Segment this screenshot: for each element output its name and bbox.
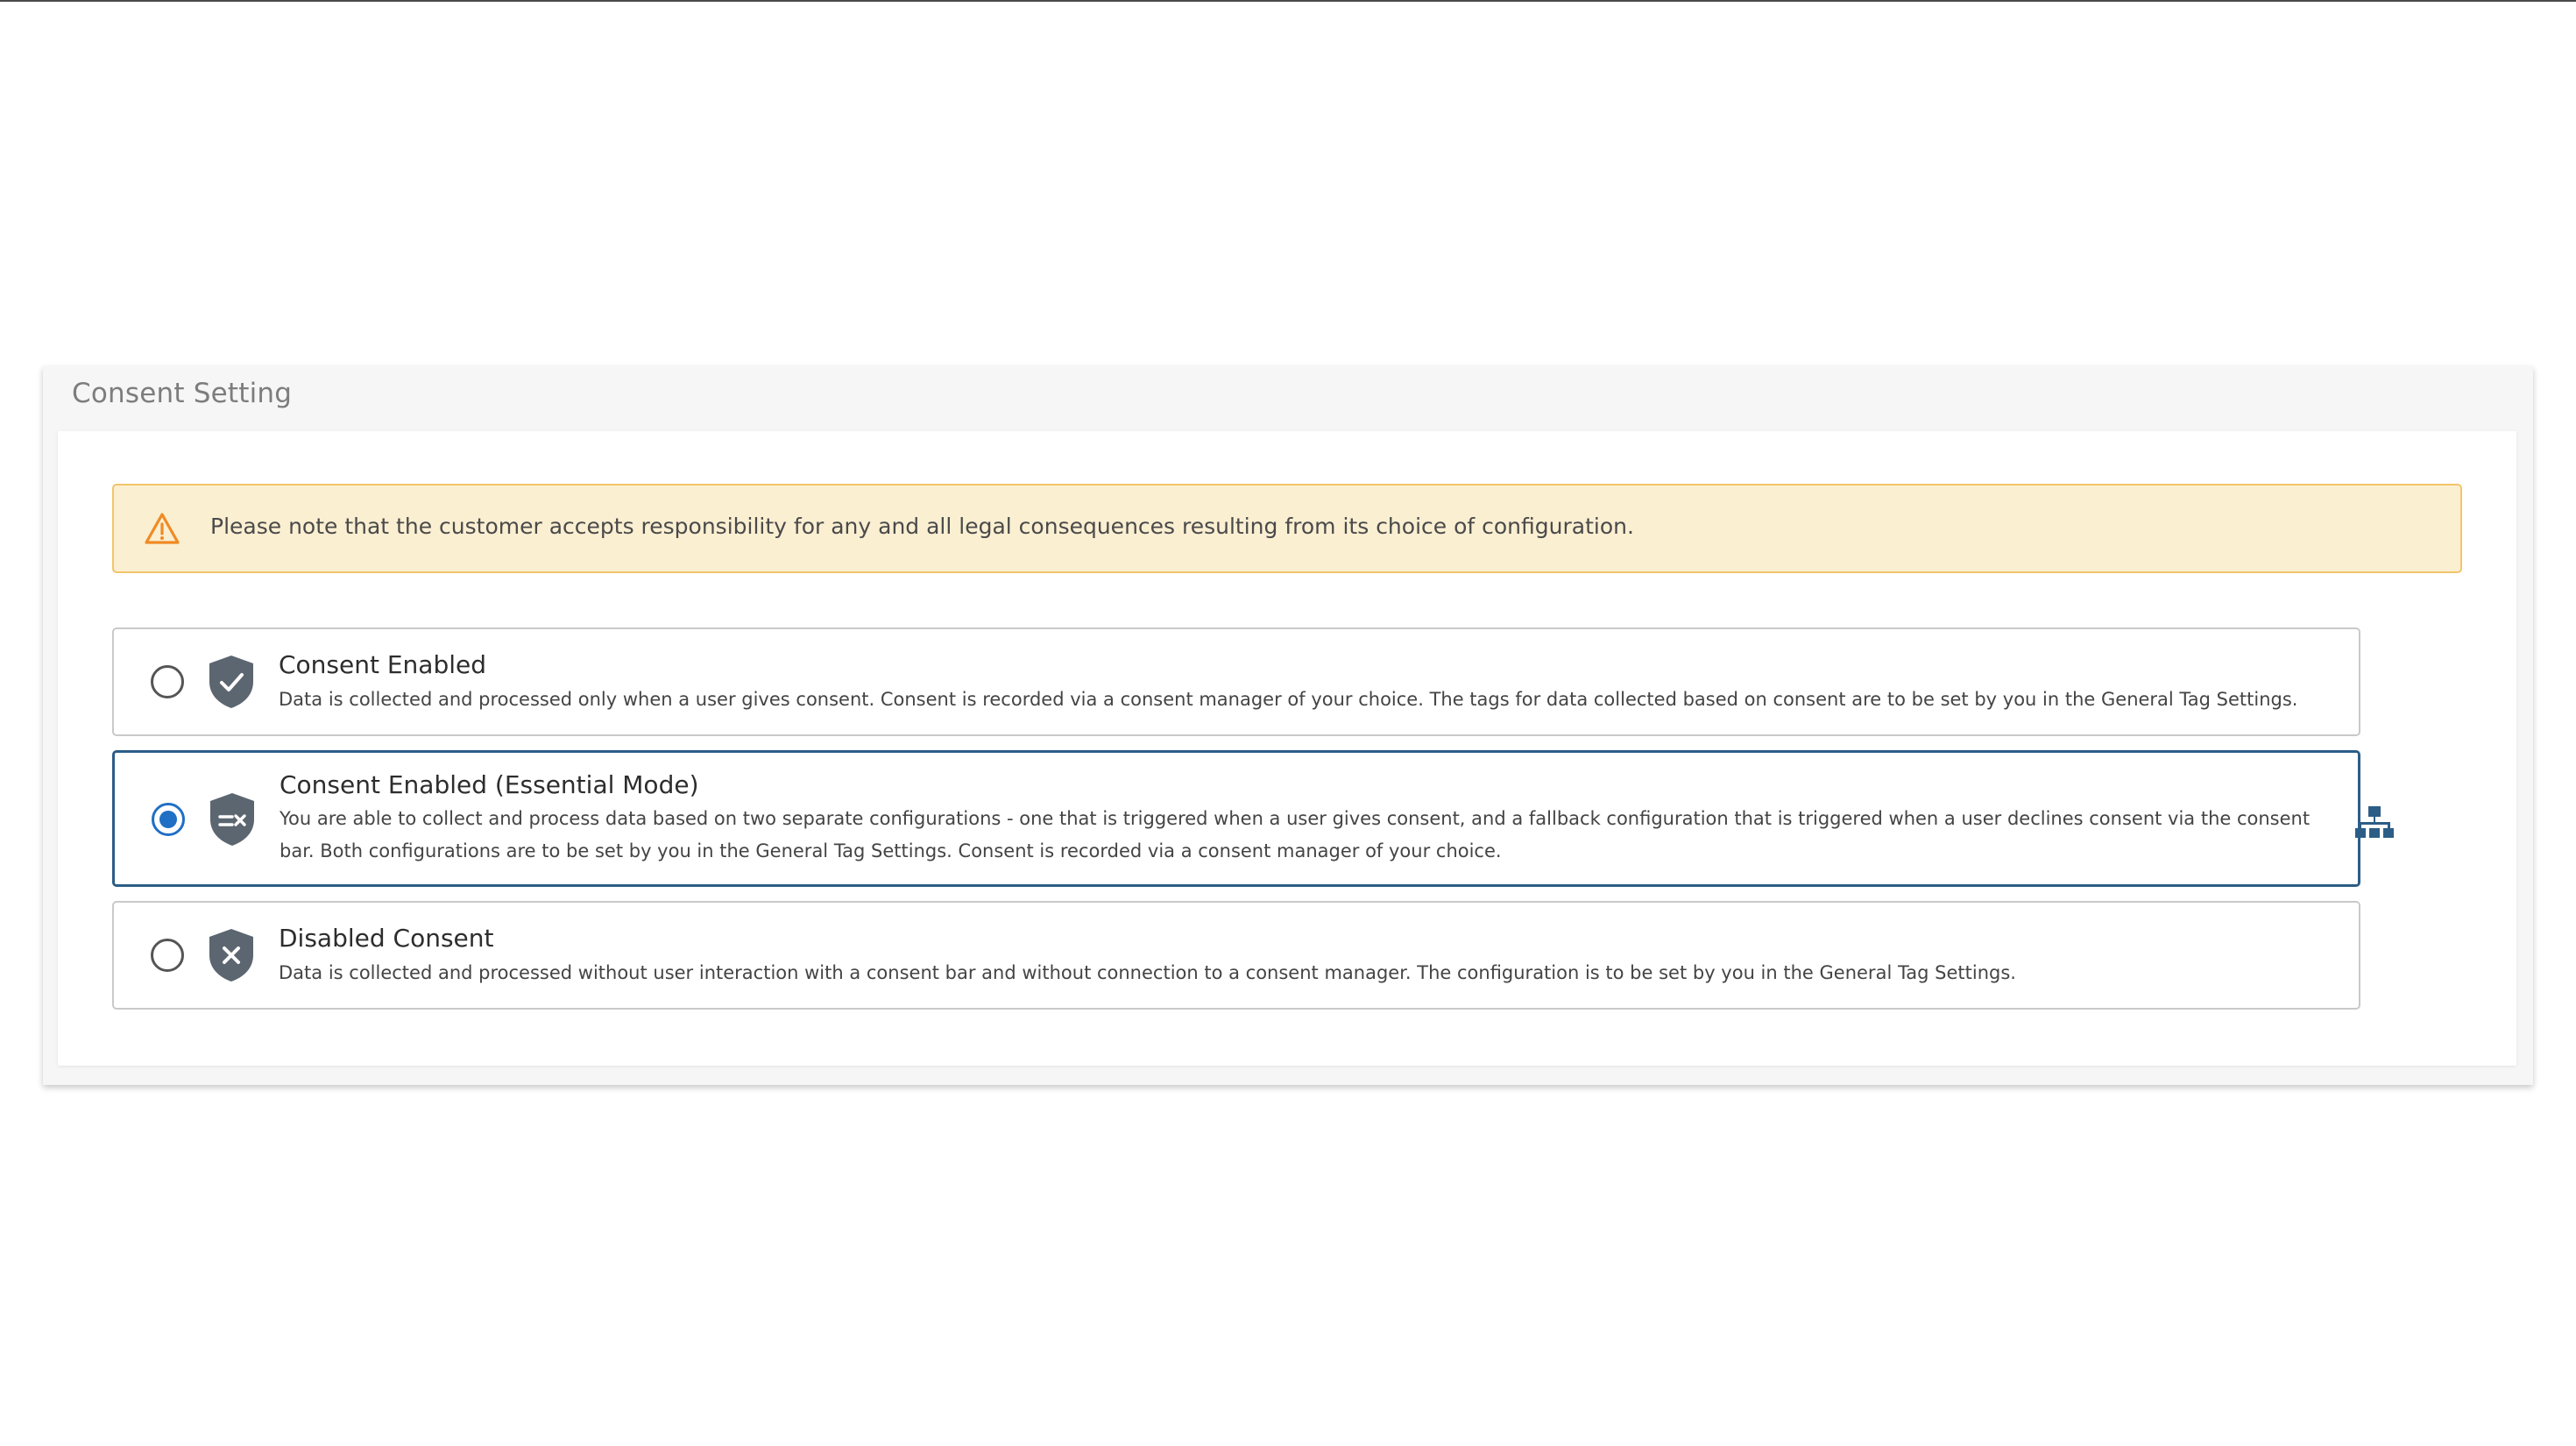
option-disabled-consent[interactable]: Disabled Consent Data is collected and p… xyxy=(112,901,2360,1010)
warning-banner: Please note that the customer accepts re… xyxy=(112,484,2462,573)
shield-x-icon xyxy=(209,929,253,982)
option-title: Consent Enabled (Essential Mode) xyxy=(280,770,699,799)
consent-setting-panel: Consent Setting Please note that the cus… xyxy=(43,366,2533,1085)
option-description: Data is collected and processed only whe… xyxy=(279,689,2298,710)
panel-title: Consent Setting xyxy=(72,378,293,409)
hierarchy-icon[interactable] xyxy=(2355,805,2394,840)
option-title: Disabled Consent xyxy=(279,924,494,953)
radio-disabled-consent[interactable] xyxy=(151,939,184,972)
shield-check-icon xyxy=(209,656,253,708)
top-divider xyxy=(0,0,2576,2)
option-consent-enabled[interactable]: Consent Enabled Data is collected and pr… xyxy=(112,627,2360,736)
option-description: You are able to collect and process data… xyxy=(280,808,2311,861)
warning-text: Please note that the customer accepts re… xyxy=(210,514,1634,539)
radio-consent-essential-mode[interactable] xyxy=(152,803,185,836)
shield-essential-icon xyxy=(210,793,254,846)
option-consent-essential-mode[interactable]: Consent Enabled (Essential Mode) You are… xyxy=(112,750,2360,887)
option-description: Data is collected and processed without … xyxy=(279,962,2016,983)
radio-consent-enabled[interactable] xyxy=(151,665,184,698)
panel-body: Please note that the customer accepts re… xyxy=(58,431,2516,1066)
warning-triangle-icon xyxy=(145,513,180,544)
option-title: Consent Enabled xyxy=(279,650,487,679)
